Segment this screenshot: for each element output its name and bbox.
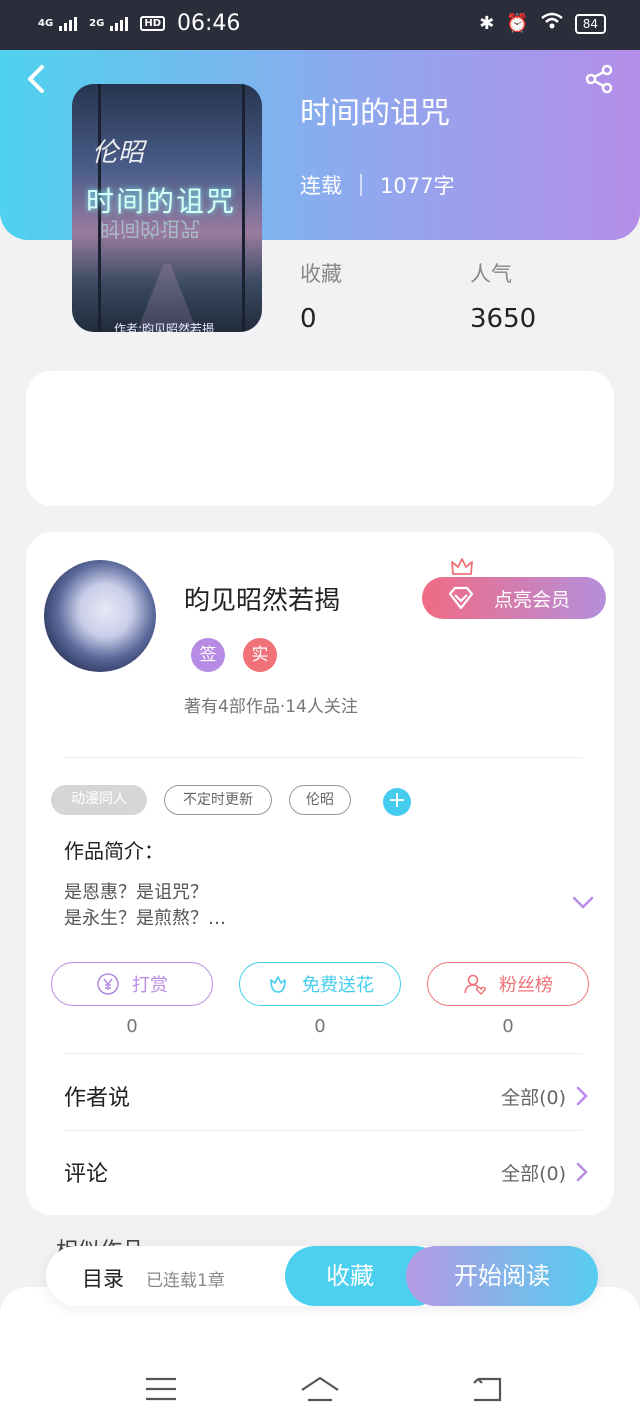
banner-card	[26, 371, 614, 506]
tip-count: 0	[126, 1016, 138, 1037]
chevron-down-icon[interactable]	[572, 896, 594, 910]
yen-coin-icon	[97, 973, 119, 995]
author-stats: 著有4部作品·14人关注	[184, 697, 358, 717]
flower-icon	[270, 976, 286, 993]
intro-line: 是恩惠？是诅咒？	[64, 882, 208, 903]
divider	[64, 1130, 582, 1131]
verified-badge: 实	[243, 638, 277, 672]
home-icon[interactable]	[300, 1372, 340, 1406]
book-title: 时间的诅咒	[300, 96, 450, 131]
chevron-right-icon	[576, 1162, 588, 1182]
tip-label: 打赏	[132, 975, 168, 996]
fan-ranking-button[interactable]: 粉丝榜	[427, 962, 589, 1006]
comments-link[interactable]: 全部(0)	[501, 1159, 588, 1186]
bottom-panel	[0, 1287, 640, 1427]
book-cover[interactable]: 伦昭 时间的诅咒 时间的诅咒 作者:昀见昭然若揭	[72, 84, 262, 332]
intro-line: 是永生？是煎熬？…	[64, 908, 226, 929]
tag-update[interactable]: 不定时更新	[164, 785, 272, 815]
network-type-2: 2G	[89, 17, 105, 29]
comments-label: 评论	[64, 1162, 109, 1187]
network-type-1: 4G	[38, 17, 54, 29]
back-icon[interactable]	[24, 64, 50, 94]
chapter-count: 已连载1章	[146, 1271, 225, 1291]
stat-popularity: 人气 3650	[470, 258, 536, 334]
author-says-row[interactable]: 作者说 全部(0)	[64, 1059, 588, 1133]
menu-icon[interactable]	[141, 1372, 181, 1406]
tip-button[interactable]: 打赏	[51, 962, 213, 1006]
book-word-count: 1077字	[380, 174, 455, 198]
alarm-icon: ⏰	[506, 13, 529, 34]
add-tag-button[interactable]: +	[383, 788, 411, 816]
vip-button-label: 点亮会员	[494, 588, 571, 611]
stat-favorites: 收藏 0	[300, 258, 342, 334]
book-meta: 连载 1077字	[300, 170, 454, 200]
diamond-icon	[448, 586, 474, 610]
meta-divider	[360, 174, 362, 196]
author-name[interactable]: 昀见昭然若揭	[184, 580, 340, 617]
comments-row[interactable]: 评论 全部(0)	[64, 1135, 588, 1209]
stat-value: 3650	[470, 304, 537, 334]
author-says-count: 全部(0)	[501, 1086, 566, 1109]
author-info-card: 昀见昭然若揭 签 实 著有4部作品·14人关注 点亮会员 动漫同人 不定时更新 …	[26, 532, 614, 1215]
fan-ranking-label: 粉丝榜	[499, 975, 553, 996]
intro-label: 作品简介：	[64, 839, 164, 863]
flower-count: 0	[314, 1016, 326, 1037]
share-icon[interactable]	[584, 64, 614, 94]
stat-label: 人气	[470, 262, 512, 286]
crown-icon	[451, 558, 473, 575]
cover-top-text: 伦昭	[92, 138, 145, 168]
start-reading-button[interactable]: 开始阅读	[406, 1246, 598, 1306]
signed-badge: 签	[191, 638, 225, 672]
toc-button[interactable]: 目录	[82, 1263, 124, 1293]
wifi-icon	[540, 12, 563, 35]
stat-value: 0	[300, 304, 317, 334]
fan-ranking-icon	[464, 974, 487, 995]
tag-keyword[interactable]: 伦昭	[289, 785, 351, 815]
chevron-right-icon	[576, 1086, 588, 1106]
divider	[64, 757, 582, 758]
send-flower-button[interactable]: 免费送花	[239, 962, 401, 1006]
intro-text: 是恩惠？是诅咒？ 是永生？是煎熬？…	[64, 880, 226, 932]
tag-genre[interactable]: 动漫同人	[51, 785, 147, 815]
vip-button[interactable]: 点亮会员	[422, 577, 606, 619]
book-status: 连载	[300, 174, 342, 198]
hd-indicator: HD	[140, 16, 166, 31]
status-bar: 4G 2G HD 06:46 ✱ ⏰ 84	[0, 0, 640, 50]
author-says-link[interactable]: 全部(0)	[501, 1083, 588, 1110]
signal-icon	[59, 16, 78, 31]
send-flower-label: 免费送花	[302, 975, 374, 996]
author-says-label: 作者说	[64, 1086, 131, 1111]
battery-icon: 84	[574, 13, 606, 34]
divider	[64, 1053, 582, 1054]
author-avatar[interactable]	[44, 560, 156, 672]
back-nav-icon[interactable]	[468, 1372, 508, 1406]
cover-title-reflection: 时间的诅咒	[100, 217, 200, 241]
cover-title-text: 时间的诅咒	[86, 185, 237, 218]
clock: 06:46	[177, 11, 241, 36]
bluetooth-icon: ✱	[479, 13, 495, 34]
signal-icon-2	[110, 16, 129, 31]
fan-count: 0	[502, 1016, 514, 1037]
comments-count: 全部(0)	[501, 1162, 566, 1185]
stat-label: 收藏	[300, 262, 342, 286]
cover-author-text: 作者:昀见昭然若揭	[114, 322, 215, 332]
